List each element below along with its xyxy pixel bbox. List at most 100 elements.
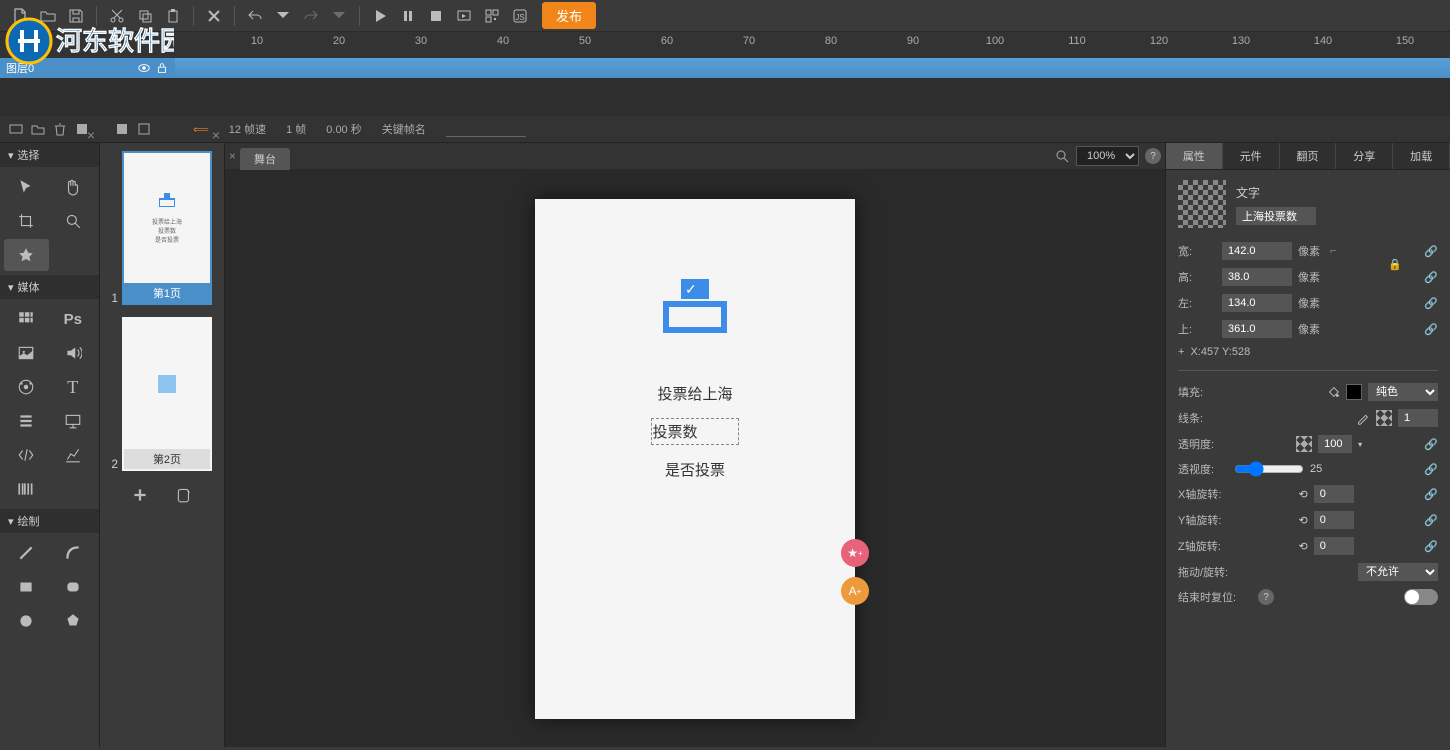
js-icon[interactable]: JS: [508, 4, 532, 28]
section-draw[interactable]: ▾ 绘制: [0, 509, 99, 533]
publish-button[interactable]: 发布: [542, 2, 596, 29]
canvas-text-1[interactable]: 投票给上海: [657, 383, 732, 404]
opacity-swatch[interactable]: [1296, 436, 1312, 452]
roundrect-tool[interactable]: [51, 571, 96, 603]
crop-tool[interactable]: [4, 205, 49, 237]
fill-color-swatch[interactable]: [1346, 384, 1362, 400]
canvas-text-2-selected[interactable]: 投票数: [651, 418, 738, 445]
image-tool[interactable]: [4, 337, 49, 369]
redo-dropdown-icon[interactable]: [327, 4, 351, 28]
stop-icon[interactable]: [424, 4, 448, 28]
fill-bucket-icon[interactable]: [1326, 385, 1340, 399]
stage-canvas[interactable]: ✓ 投票给上海 投票数 是否投票 ★+ A+: [535, 199, 855, 719]
height-input[interactable]: [1222, 268, 1292, 286]
video-tool[interactable]: [4, 371, 49, 403]
duplicate-page-button[interactable]: [172, 483, 196, 507]
top-input[interactable]: [1222, 320, 1292, 338]
rect-tool[interactable]: [4, 571, 49, 603]
pencil-icon[interactable]: [1356, 411, 1370, 425]
link-icon[interactable]: 🔗: [1424, 540, 1438, 553]
link-icon[interactable]: 🔗: [1424, 245, 1438, 258]
tab-load[interactable]: 加载: [1393, 143, 1450, 169]
link-icon[interactable]: 🔗: [1424, 438, 1438, 451]
layer-track[interactable]: [175, 58, 1450, 78]
zoom-tool[interactable]: [51, 205, 96, 237]
opacity-input[interactable]: [1318, 435, 1352, 453]
link-icon[interactable]: 🔗: [1424, 323, 1438, 336]
ellipse-tool[interactable]: [4, 605, 49, 637]
pause-icon[interactable]: [396, 4, 420, 28]
add-page-button[interactable]: [128, 483, 152, 507]
left-input[interactable]: [1222, 294, 1292, 312]
search-icon[interactable]: [1054, 148, 1070, 164]
width-input[interactable]: [1222, 242, 1292, 260]
text-tool[interactable]: T: [51, 371, 96, 403]
chart-tool[interactable]: [51, 439, 96, 471]
tab-properties[interactable]: 属性: [1166, 143, 1223, 169]
section-media[interactable]: ▾ 媒体: [0, 275, 99, 299]
stroke-color-swatch[interactable]: [1376, 410, 1392, 426]
tab-share[interactable]: 分享: [1336, 143, 1393, 169]
object-name-input[interactable]: [1236, 207, 1316, 225]
ps-tool[interactable]: Ps: [51, 303, 96, 335]
audio-tool[interactable]: [51, 337, 96, 369]
tab-component[interactable]: 元件: [1223, 143, 1280, 169]
add-layer-icon[interactable]: [8, 121, 24, 137]
keyframe-name-input[interactable]: [446, 121, 526, 137]
page-thumb-2[interactable]: 第2页: [122, 317, 212, 471]
perspective-slider[interactable]: [1234, 461, 1304, 477]
xy-coords: X:457 Y:528: [1190, 346, 1250, 358]
canvas-text-3[interactable]: 是否投票: [665, 459, 725, 480]
qrcode-icon[interactable]: [480, 4, 504, 28]
help-icon[interactable]: ?: [1145, 148, 1161, 164]
curve-tool[interactable]: [51, 537, 96, 569]
link-icon[interactable]: 🔗: [1424, 463, 1438, 476]
link-icon[interactable]: 🔗: [1424, 297, 1438, 310]
link-icon[interactable]: 🔗: [1424, 514, 1438, 527]
section-select[interactable]: ▾ 选择: [0, 143, 99, 167]
drag-select[interactable]: 不允许: [1358, 563, 1438, 581]
delete-icon[interactable]: [202, 4, 226, 28]
link-icon[interactable]: 🔗: [1424, 271, 1438, 284]
help-icon[interactable]: ?: [1258, 589, 1274, 605]
pointer-tool[interactable]: [4, 171, 49, 203]
tab-pageflip[interactable]: 翻页: [1280, 143, 1337, 169]
code-tool[interactable]: [4, 439, 49, 471]
star-badge-icon[interactable]: ★+: [841, 539, 869, 567]
page-thumb-1[interactable]: 投票给上海 投票数 是否投票 第1页: [122, 151, 212, 305]
link-icon[interactable]: 🔗: [1424, 488, 1438, 501]
stage-area: × 舞台 100% ? ✓ 投票给上海 投票数 是否投票 ★+ A+: [225, 143, 1165, 747]
stage-tab[interactable]: 舞台: [240, 148, 290, 170]
frame-icon[interactable]: [114, 121, 130, 137]
line-tool[interactable]: [4, 537, 49, 569]
preview-icon[interactable]: [452, 4, 476, 28]
timeline-ruler[interactable]: 102030405060708090100110120130140150: [175, 32, 1450, 58]
play-icon[interactable]: [368, 4, 392, 28]
close-icon[interactable]: ×: [87, 127, 95, 143]
text-badge-icon[interactable]: A+: [841, 577, 869, 605]
polygon-tool[interactable]: [51, 605, 96, 637]
undo-dropdown-icon[interactable]: [271, 4, 295, 28]
close-pages-icon[interactable]: ×: [212, 127, 220, 143]
star-tool[interactable]: [4, 239, 49, 271]
yrot-input[interactable]: [1314, 511, 1354, 529]
reset-toggle[interactable]: [1404, 589, 1438, 605]
fill-type-select[interactable]: 纯色: [1368, 383, 1438, 401]
svg-text:河东软件园: 河东软件园: [56, 26, 174, 56]
slide-tool[interactable]: [51, 405, 96, 437]
zoom-selector[interactable]: 100%: [1076, 146, 1139, 166]
redo-icon[interactable]: [299, 4, 323, 28]
lock-icon[interactable]: 🔒: [1388, 258, 1402, 271]
hand-tool[interactable]: [51, 171, 96, 203]
list-tool[interactable]: [4, 405, 49, 437]
stroke-width-input[interactable]: [1398, 409, 1438, 427]
time-label: 0.00 秒: [326, 121, 361, 137]
trash-icon[interactable]: [52, 121, 68, 137]
barcode-tool[interactable]: [4, 473, 49, 505]
undo-icon[interactable]: [243, 4, 267, 28]
grid-tool[interactable]: [4, 303, 49, 335]
add-folder-icon[interactable]: [30, 121, 46, 137]
zrot-input[interactable]: [1314, 537, 1354, 555]
frame2-icon[interactable]: [136, 121, 152, 137]
xrot-input[interactable]: [1314, 485, 1354, 503]
